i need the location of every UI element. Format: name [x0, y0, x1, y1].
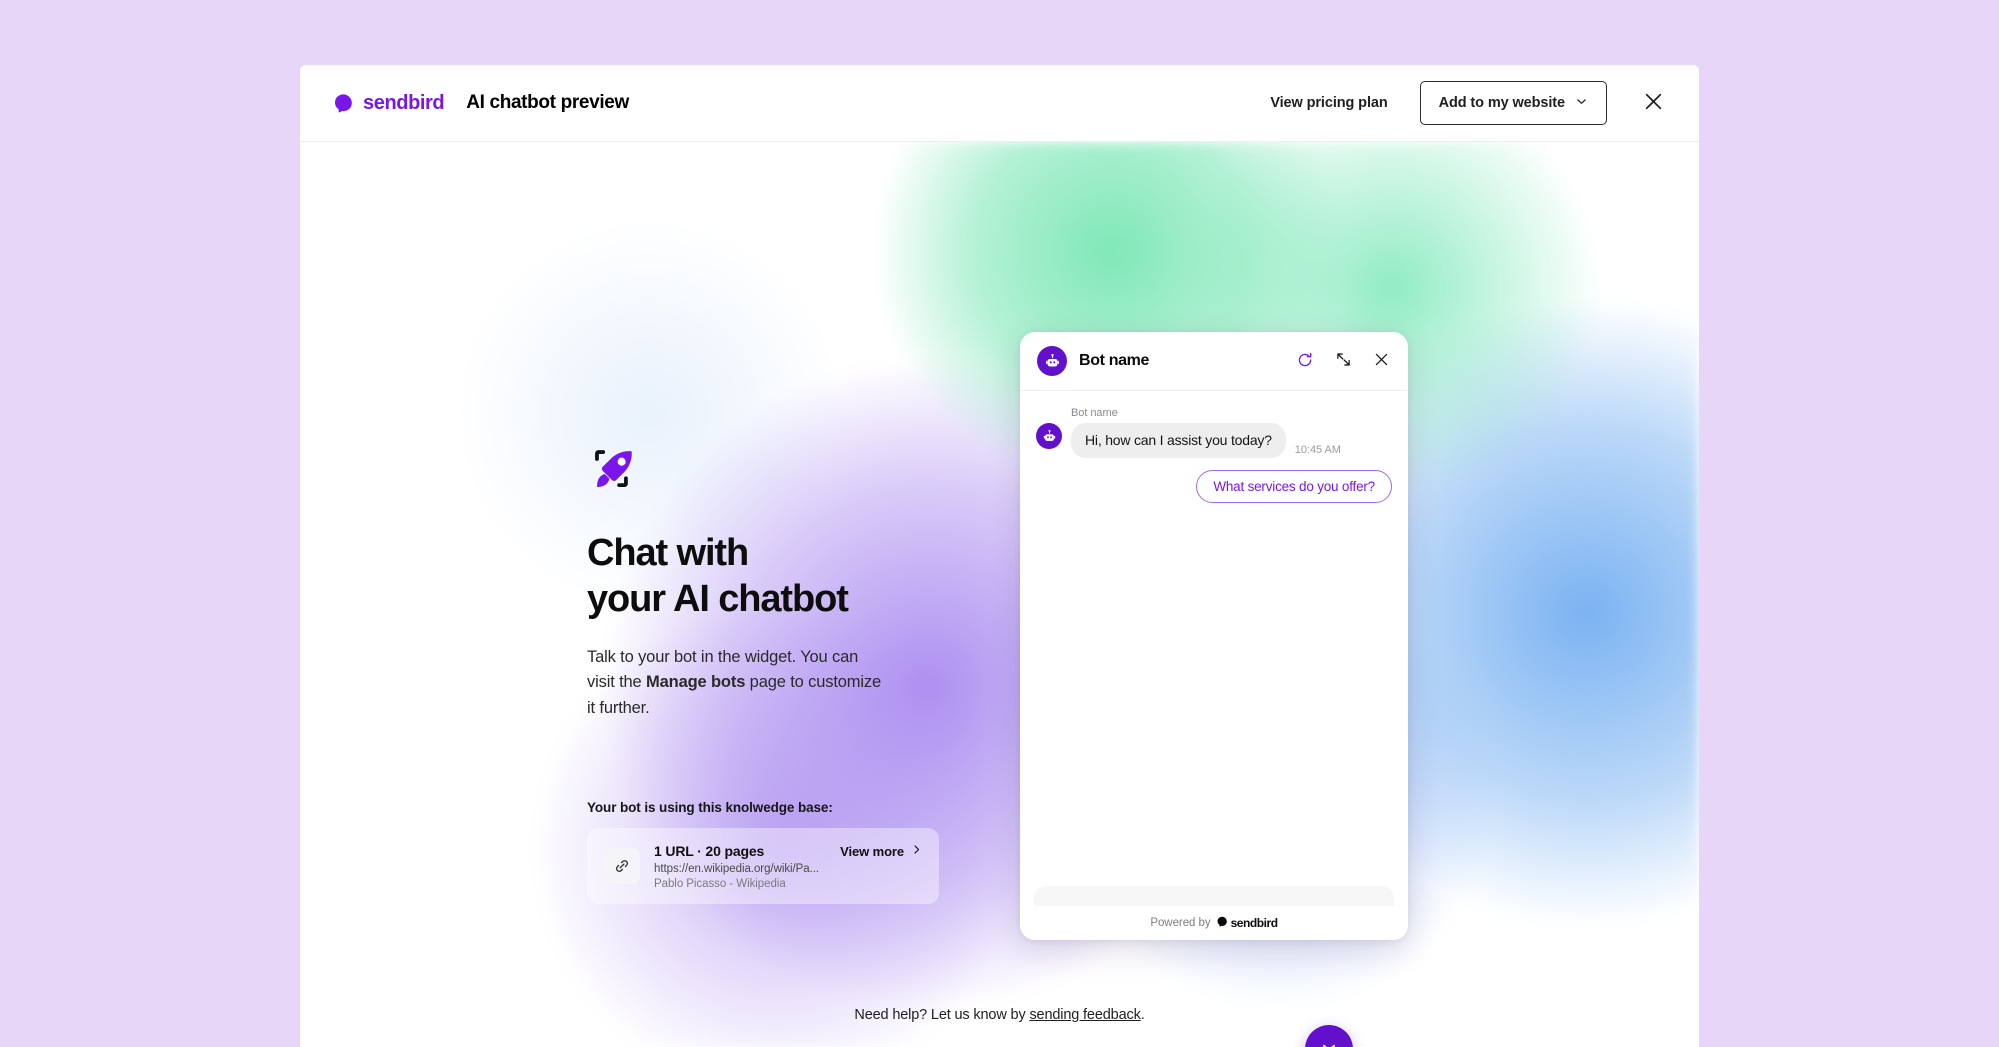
- preview-modal: sendbird AI chatbot preview View pricing…: [300, 65, 1699, 1047]
- sendbird-brand: sendbird: [334, 92, 445, 114]
- expand-button[interactable]: [1332, 350, 1354, 372]
- chat-message-timestamp: 10:45 AM: [1294, 443, 1341, 456]
- rocket-icon: [587, 442, 1007, 498]
- brand-name: sendbird: [363, 92, 445, 114]
- chat-widget-header: Bot name: [1020, 332, 1408, 391]
- hero-heading: Chat with your AI chatbot: [587, 532, 849, 621]
- chevron-down-icon: [1319, 1038, 1339, 1047]
- suggested-reply-chip[interactable]: What services do you offer?: [1196, 469, 1392, 503]
- modal-header: sendbird AI chatbot preview View pricing…: [300, 65, 1699, 142]
- view-pricing-plan-button[interactable]: View pricing plan: [1260, 87, 1397, 119]
- link-icon: [604, 848, 640, 884]
- knowledge-base-url: https://en.wikipedia.org/wiki/Pa...: [654, 862, 820, 875]
- close-modal-button[interactable]: [1639, 89, 1667, 117]
- chat-message-sender: Bot name: [1071, 407, 1118, 419]
- chat-message-bubble: Hi, how can I assist you today?: [1071, 423, 1286, 458]
- chat-message-bot: Bot name Hi, how can I assist you today?…: [1036, 407, 1392, 458]
- add-to-my-website-label: Add to my website: [1438, 95, 1566, 111]
- help-note: Need help? Let us know by sending feedba…: [300, 1005, 1699, 1027]
- chat-widget-actions: [1294, 350, 1392, 372]
- chat-widget-bot-name: Bot name: [1079, 352, 1150, 369]
- close-icon: [1643, 91, 1664, 115]
- sending-feedback-link[interactable]: sending feedback: [1029, 1007, 1140, 1023]
- expand-icon: [1335, 351, 1352, 371]
- preview-canvas: Chat with your AI chatbot Talk to your b…: [300, 142, 1699, 1047]
- knowledge-base-section: Your bot is using this knolwedge base: 1…: [587, 800, 939, 904]
- view-more-label: View more: [840, 843, 904, 859]
- help-note-period: .: [1140, 1007, 1145, 1024]
- robot-icon: [1036, 423, 1062, 449]
- close-icon: [1373, 351, 1390, 371]
- hero-subtitle: Talk to your bot in the widget. You can …: [587, 645, 887, 722]
- chat-message-content: Bot name Hi, how can I assist you today?…: [1071, 407, 1341, 458]
- help-note-text: Need help? Let us know by: [854, 1007, 1030, 1024]
- app-page: sendbird AI chatbot preview View pricing…: [0, 0, 1999, 1047]
- sendbird-logo-icon: [1217, 914, 1228, 932]
- chat-widget: Bot name Bot name Hi, how can I assist y…: [1020, 332, 1408, 940]
- powered-by-label: Powered by: [1150, 917, 1211, 929]
- suggested-replies: What services do you offer?: [1036, 469, 1392, 503]
- refresh-button[interactable]: [1294, 350, 1316, 372]
- knowledge-base-label: Your bot is using this knolwedge base:: [587, 800, 833, 815]
- knowledge-base-page-title: Pablo Picasso - Wikipedia: [654, 877, 786, 890]
- chat-widget-footer: Powered by sendbird: [1020, 906, 1408, 940]
- page-title: AI chatbot preview: [466, 92, 629, 113]
- powered-by-brand-name: sendbird: [1230, 916, 1279, 930]
- sendbird-logo-icon: [334, 93, 354, 113]
- manage-bots-text: Manage bots: [646, 673, 746, 692]
- hero-section: Chat with your AI chatbot Talk to your b…: [587, 442, 1007, 721]
- chevron-down-icon: [1575, 95, 1588, 111]
- view-more-button[interactable]: View more: [840, 842, 922, 860]
- robot-icon: [1037, 346, 1067, 376]
- chevron-right-icon: [911, 842, 922, 860]
- chat-message-line: Hi, how can I assist you today? 10:45 AM: [1071, 423, 1341, 458]
- chat-message-list: Bot name Hi, how can I assist you today?…: [1020, 391, 1408, 886]
- knowledge-base-title: 1 URL · 20 pages: [654, 842, 765, 859]
- powered-by-brand: sendbird: [1217, 914, 1278, 932]
- add-to-my-website-button[interactable]: Add to my website: [1419, 81, 1607, 125]
- refresh-icon: [1296, 351, 1314, 372]
- close-widget-button[interactable]: [1370, 350, 1392, 372]
- header-actions: View pricing plan Add to my website: [1260, 81, 1667, 125]
- knowledge-base-card[interactable]: 1 URL · 20 pages https://en.wikipedia.or…: [587, 828, 939, 904]
- knowledge-base-details: 1 URL · 20 pages https://en.wikipedia.or…: [654, 843, 840, 890]
